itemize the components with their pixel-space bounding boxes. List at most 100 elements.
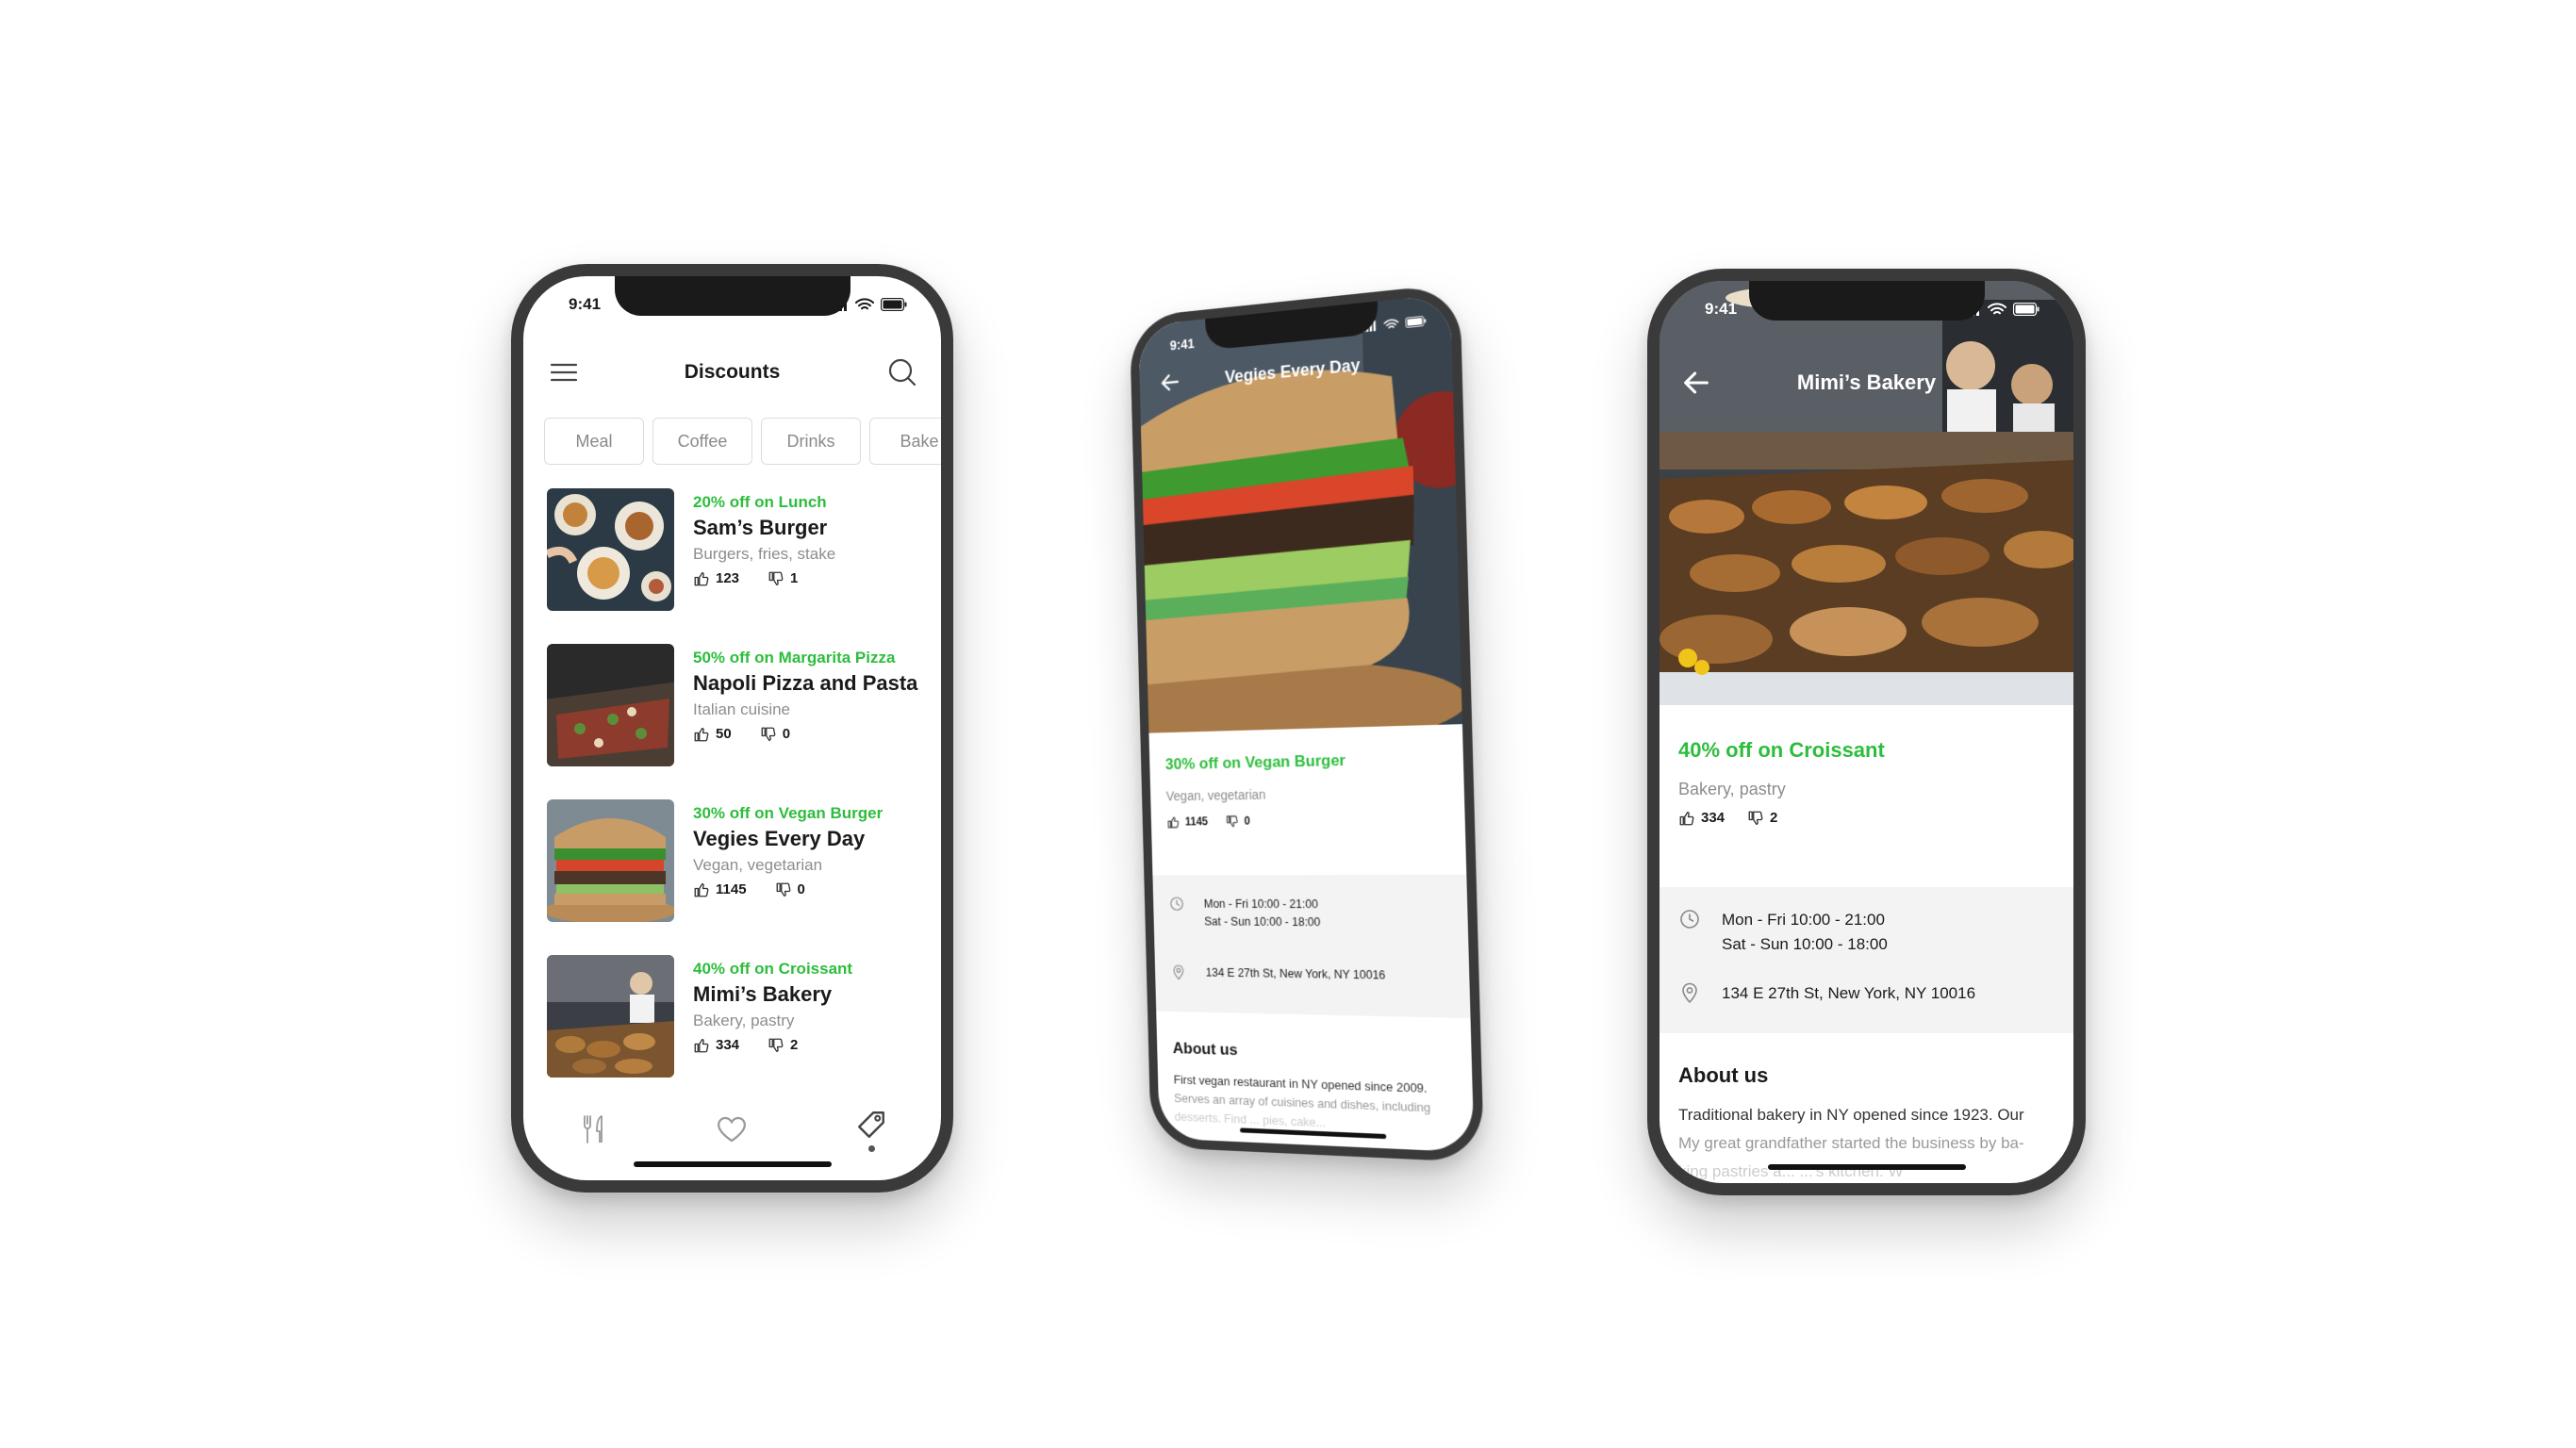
discount-list: 20% off on Lunch Sam’s Burger Burgers, f… <box>547 488 932 1111</box>
item-offer: 40% off on Croissant <box>693 960 853 978</box>
detail-offer: 40% off on Croissant <box>1678 738 1885 762</box>
food-thumbnail <box>547 644 674 766</box>
address[interactable]: 134 E 27th St, New York, NY 10016 <box>1722 981 1975 1006</box>
item-name: Mimi’s Bakery <box>693 982 833 1006</box>
wifi-icon <box>855 298 874 311</box>
vegan-detail-screen: 9:41 Vegies Every Day 30% off on Vegan B… <box>1138 293 1475 1153</box>
hours-weekend: Sat - Sun 10:00 - 18:00 <box>1204 914 1321 930</box>
back-arrow-icon[interactable] <box>1680 367 1712 399</box>
hours-weekdays: Mon - Fri 10:00 - 21:00 <box>1722 911 1885 929</box>
dislike-icon[interactable] <box>760 726 777 743</box>
hero-image <box>1660 281 2073 705</box>
item-offer: 20% off on Lunch <box>693 493 827 511</box>
dislike-icon[interactable] <box>1747 810 1764 827</box>
about-title: About us <box>1678 1063 1769 1087</box>
food-thumbnail <box>547 955 674 1078</box>
status-time: 9:41 <box>569 295 602 313</box>
dislike-icon[interactable] <box>768 570 784 587</box>
wifi-icon <box>1383 318 1398 330</box>
like-icon[interactable] <box>693 570 710 587</box>
location-pin-icon <box>1678 981 1701 1004</box>
tab-discounts[interactable] <box>854 1108 888 1152</box>
hamburger-menu-icon[interactable] <box>550 362 578 383</box>
like-icon[interactable] <box>693 1037 710 1054</box>
chip-meal[interactable]: Meal <box>544 418 644 465</box>
active-tab-indicator <box>867 1144 875 1152</box>
battery-icon <box>2013 303 2039 316</box>
offer-section: 30% off on Vegan Burger Vegan, vegetaria… <box>1149 749 1465 835</box>
clock-icon <box>1678 908 1701 930</box>
category-chips: Meal Coffee Drinks Bake <box>544 418 941 465</box>
list-item[interactable]: 50% off on Margarita Pizza Napoli Pizza … <box>547 644 932 799</box>
discounts-screen: 9:41 Discounts Meal Coffee Drinks Bake 2… <box>523 276 941 1180</box>
home-indicator <box>1767 1164 1966 1170</box>
restaurant-title: Mimi’s Bakery <box>1796 370 1937 394</box>
bakery-detail-screen: 9:41 Mimi’s Bakery 40% off on Croissant … <box>1660 281 2073 1183</box>
list-item[interactable]: 20% off on Lunch Sam’s Burger Burgers, f… <box>547 488 932 644</box>
dislike-count: 1 <box>790 570 799 586</box>
food-thumbnail <box>547 799 674 922</box>
battery-icon <box>1405 315 1426 327</box>
like-icon[interactable] <box>693 726 710 743</box>
like-count: 334 <box>1701 810 1726 826</box>
battery-icon <box>881 298 907 311</box>
dislike-count: 0 <box>1244 814 1251 828</box>
info-box: Mon - Fri 10:00 - 21:00 Sat - Sun 10:00 … <box>1152 874 1471 1019</box>
chip-coffee[interactable]: Coffee <box>652 418 752 465</box>
detail-tags: Vegan, vegetarian <box>1165 786 1266 804</box>
dislike-icon[interactable] <box>768 1037 784 1054</box>
phone-vegan-detail: 9:41 Vegies Every Day 30% off on Vegan B… <box>1129 283 1485 1163</box>
offer-section: 40% off on Croissant Bakery, pastry 334 … <box>1660 738 2073 831</box>
page-title: Discounts <box>684 361 781 383</box>
dislike-count: 2 <box>1770 810 1778 826</box>
address[interactable]: 134 E 27th St, New York, NY 10016 <box>1206 964 1386 985</box>
like-icon[interactable] <box>693 881 710 898</box>
clock-icon <box>1169 896 1185 913</box>
location-pin-icon <box>1170 963 1186 980</box>
dislike-count: 0 <box>797 881 805 897</box>
chip-drinks[interactable]: Drinks <box>761 418 861 465</box>
like-count: 123 <box>716 570 740 586</box>
item-tags: Bakery, pastry <box>693 1012 795 1029</box>
heart-icon <box>718 1116 747 1143</box>
dislike-icon[interactable] <box>1226 814 1240 828</box>
phone-bakery-detail: 9:41 Mimi’s Bakery 40% off on Croissant … <box>1647 269 2086 1195</box>
tab-favorites[interactable] <box>715 1112 749 1146</box>
like-icon[interactable] <box>1166 814 1180 829</box>
like-count: 50 <box>716 726 732 742</box>
status-time: 9:41 <box>1169 336 1195 354</box>
phone-discounts-list: 9:41 Discounts Meal Coffee Drinks Bake 2… <box>511 264 953 1193</box>
phone-notch <box>1748 281 1985 321</box>
fork-knife-icon <box>583 1115 603 1144</box>
wifi-icon <box>1988 303 2006 316</box>
search-icon[interactable] <box>886 356 918 388</box>
about-text-line: king pastries a... ...'s kitchen. W <box>1678 1162 1904 1180</box>
about-text-line: Traditional bakery in NY opened since 19… <box>1678 1106 2024 1124</box>
home-indicator <box>633 1161 832 1167</box>
item-name: Sam’s Burger <box>693 516 828 539</box>
list-item[interactable]: 40% off on Croissant Mimi’s Bakery Baker… <box>547 955 932 1111</box>
phone-notch <box>614 276 850 316</box>
tab-restaurants[interactable] <box>576 1112 610 1146</box>
item-offer: 30% off on Vegan Burger <box>693 804 883 822</box>
dislike-count: 0 <box>782 726 791 742</box>
item-tags: Vegan, vegetarian <box>693 856 823 874</box>
chip-bake[interactable]: Bake <box>869 418 941 465</box>
food-thumbnail <box>547 488 674 611</box>
dislike-icon[interactable] <box>775 881 792 898</box>
about-section: About us First vegan restaurant in NY op… <box>1157 1039 1474 1139</box>
like-count: 1145 <box>1184 814 1209 829</box>
back-arrow-icon[interactable] <box>1159 370 1182 396</box>
top-nav: Discounts <box>523 344 941 401</box>
hero-nav: Mimi’s Bakery <box>1660 354 2073 411</box>
detail-tags: Bakery, pastry <box>1678 780 1786 798</box>
info-box: Mon - Fri 10:00 - 21:00 Sat - Sun 10:00 … <box>1660 887 2073 1033</box>
tag-icon <box>858 1111 885 1138</box>
dislike-count: 2 <box>790 1037 799 1053</box>
item-offer: 50% off on Margarita Pizza <box>693 649 896 666</box>
list-item[interactable]: 30% off on Vegan Burger Vegies Every Day… <box>547 799 932 955</box>
about-text-line: My great grandfather started the busines… <box>1678 1134 2024 1152</box>
like-icon[interactable] <box>1678 810 1695 827</box>
item-tags: Italian cuisine <box>693 700 791 718</box>
hours-weekdays: Mon - Fri 10:00 - 21:00 <box>1203 897 1319 912</box>
